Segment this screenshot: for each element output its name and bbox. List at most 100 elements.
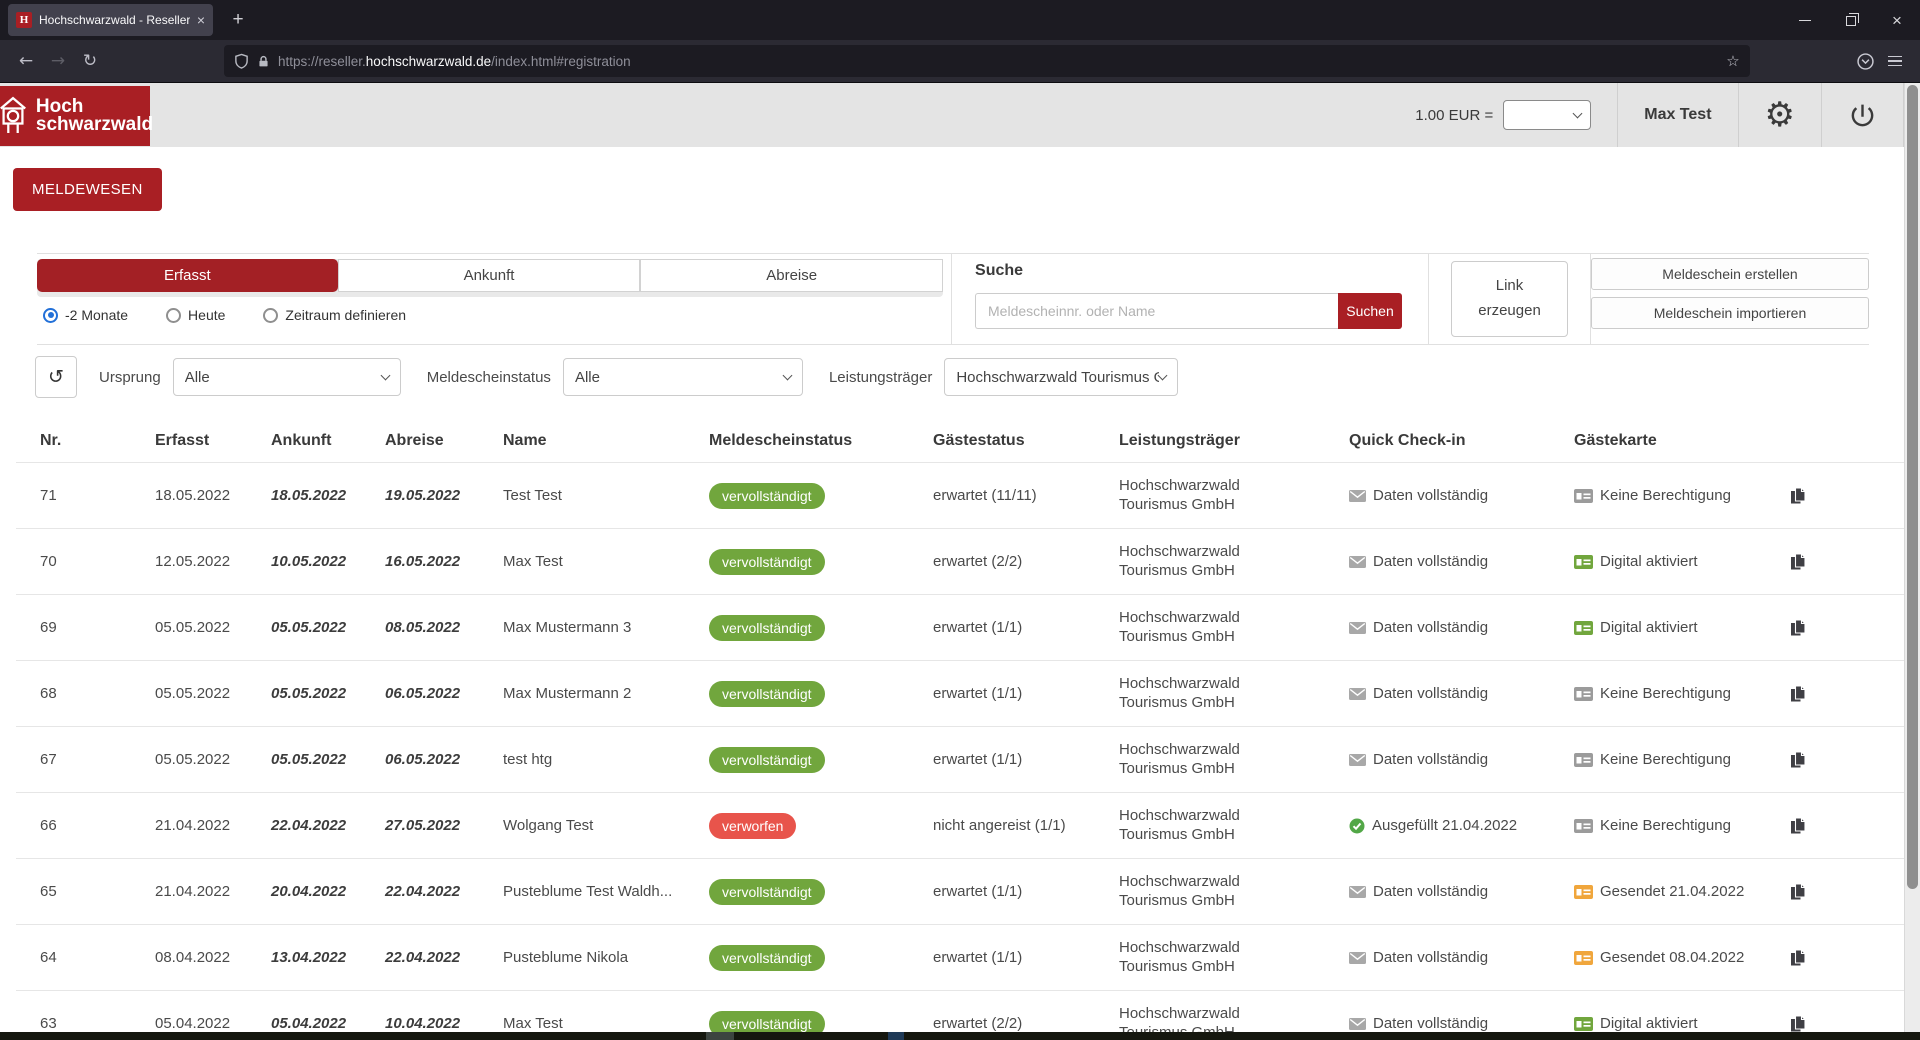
cell-actions — [1790, 750, 1904, 769]
hochschwarzwald-logo[interactable]: Hoch schwarzwald — [0, 86, 153, 146]
cell-nr: 71 — [40, 487, 57, 504]
cell-abreise: 19.05.2022 — [385, 487, 461, 504]
filter-row: ↺ Ursprung Alle Meldescheinstatus Alle L… — [35, 356, 1904, 398]
guest-card-icon — [1574, 686, 1593, 701]
app-header: Hoch schwarzwald 1.00 EUR = Max Test ⚙ — [0, 83, 1904, 147]
scrollbar-thumb[interactable] — [1907, 85, 1918, 889]
cell-gaestestatus: erwartet (1/1) — [933, 751, 1023, 768]
copy-icon[interactable] — [1790, 750, 1806, 769]
cell-quick-checkin: Daten vollständig — [1349, 619, 1574, 636]
bookmark-star-icon[interactable]: ☆ — [1720, 48, 1746, 74]
table-row[interactable]: 70 12.05.2022 10.05.2022 16.05.2022 Max … — [16, 528, 1904, 594]
envelope-icon — [1349, 951, 1366, 964]
table-row[interactable]: 65 21.04.2022 20.04.2022 22.04.2022 Pust… — [16, 858, 1904, 924]
radio-zeitraum[interactable]: Zeitraum definieren — [263, 307, 406, 323]
close-tab-icon[interactable]: × — [197, 12, 205, 28]
status-badge: vervollständigt — [709, 680, 825, 707]
cell-name: Max Mustermann 2 — [503, 685, 632, 702]
col-leistungstraeger: Leistungsträger — [1119, 432, 1240, 449]
tab-ankunft[interactable]: Ankunft — [337, 259, 641, 292]
url-bar[interactable]: https://reseller.hochschwarzwald.de/inde… — [224, 45, 1750, 77]
col-erfasst: Erfasst — [155, 432, 210, 449]
cell-gaestestatus: erwartet (2/2) — [933, 1015, 1023, 1032]
gear-icon[interactable]: ⚙ — [1765, 98, 1795, 132]
table-row[interactable]: 66 21.04.2022 22.04.2022 27.05.2022 Wolg… — [16, 792, 1904, 858]
cell-leistungstraeger: Hochschwarzwald Tourismus GmbH — [1119, 806, 1240, 843]
reload-button[interactable]: ↻ — [74, 45, 106, 77]
restore-button[interactable] — [1828, 0, 1874, 40]
guest-card-icon — [1574, 554, 1593, 569]
tab-erfasst[interactable]: Erfasst — [37, 259, 338, 292]
cell-gaestestatus: erwartet (1/1) — [933, 949, 1023, 966]
copy-icon[interactable] — [1790, 618, 1806, 637]
meldeschein-erstellen-button[interactable]: Meldeschein erstellen — [1591, 258, 1869, 290]
cell-quick-checkin: Daten vollständig — [1349, 487, 1574, 504]
cell-abreise: 06.05.2022 — [385, 685, 461, 702]
table-row[interactable]: 71 18.05.2022 18.05.2022 19.05.2022 Test… — [16, 462, 1904, 528]
copy-icon[interactable] — [1790, 948, 1806, 967]
browser-tab[interactable]: H Hochschwarzwald - Reseller Kas × — [8, 4, 213, 36]
cell-abreise: 27.05.2022 — [385, 817, 461, 834]
ursprung-select[interactable]: Alle — [172, 358, 401, 396]
cell-actions — [1790, 948, 1904, 967]
cell-ankunft: 18.05.2022 — [271, 487, 347, 504]
cell-gaestestatus: erwartet (2/2) — [933, 553, 1023, 570]
search-title: Suche — [975, 262, 1024, 279]
col-abreise: Abreise — [385, 432, 444, 449]
logout-button[interactable] — [1821, 83, 1904, 147]
link-erzeugen-button[interactable]: Link erzeugen — [1451, 261, 1569, 337]
table-row[interactable]: 67 05.05.2022 05.05.2022 06.05.2022 test… — [16, 726, 1904, 792]
cell-ankunft: 20.04.2022 — [271, 883, 347, 900]
cell-abreise: 22.04.2022 — [385, 883, 461, 900]
new-tab-button[interactable]: + — [223, 5, 253, 35]
copy-icon[interactable] — [1790, 552, 1806, 571]
minimize-button[interactable] — [1782, 0, 1828, 40]
minimize-icon — [1799, 19, 1811, 21]
user-name[interactable]: Max Test — [1644, 106, 1711, 124]
table-header: Nr. Erfasst Ankunft Abreise Name Meldesc… — [16, 420, 1904, 462]
cell-ankunft: 22.04.2022 — [271, 817, 347, 834]
meldewesen-nav-button[interactable]: MELDEWESEN — [13, 168, 162, 211]
table-row[interactable]: 68 05.05.2022 05.05.2022 06.05.2022 Max … — [16, 660, 1904, 726]
copy-icon[interactable] — [1790, 882, 1806, 901]
envelope-icon — [1349, 1017, 1366, 1030]
meldescheinstatus-select[interactable]: Alle — [562, 358, 803, 396]
col-name: Name — [503, 432, 547, 449]
browser-navbar: ← → ↻ https://reseller.hochschwarzwald.d… — [0, 40, 1920, 83]
chevron-down-icon — [380, 370, 391, 380]
table-row[interactable]: 64 08.04.2022 13.04.2022 22.04.2022 Pust… — [16, 924, 1904, 990]
radio-heute[interactable]: Heute — [166, 307, 225, 323]
pocket-icon[interactable] — [1850, 46, 1880, 76]
envelope-icon — [1349, 489, 1366, 502]
search-input[interactable] — [975, 293, 1339, 329]
page-scrollbar[interactable] — [1904, 83, 1920, 1040]
leistungstraeger-label: Leistungsträger — [828, 368, 933, 386]
cell-leistungstraeger: Hochschwarzwald Tourismus GmbH — [1119, 542, 1240, 579]
leistungstraeger-select[interactable]: Hochschwarzwald Tourismus G — [944, 358, 1179, 396]
cell-name: Max Test — [503, 1015, 563, 1032]
copy-icon[interactable] — [1790, 816, 1806, 835]
copy-icon[interactable] — [1790, 684, 1806, 703]
currency-select[interactable] — [1503, 100, 1592, 130]
copy-icon[interactable] — [1790, 1014, 1806, 1033]
chevron-down-icon — [1157, 370, 1168, 380]
cell-status: vervollständigt — [709, 944, 933, 971]
search-button[interactable]: Suchen — [1338, 293, 1403, 329]
status-badge: vervollständigt — [709, 482, 825, 509]
meldeschein-importieren-button[interactable]: Meldeschein importieren — [1591, 297, 1869, 329]
tracking-shield-icon[interactable] — [234, 53, 249, 69]
browser-tab-bar: H Hochschwarzwald - Reseller Kas × + × — [0, 0, 1920, 40]
menu-hamburger-icon[interactable] — [1880, 46, 1910, 76]
radio-2-monate[interactable]: -2 Monate — [43, 307, 128, 323]
chevron-down-icon — [1572, 108, 1583, 118]
cell-nr: 68 — [40, 685, 57, 702]
cell-nr: 66 — [40, 817, 57, 834]
lock-icon[interactable] — [257, 54, 270, 69]
close-window-button[interactable]: × — [1874, 0, 1920, 40]
copy-icon[interactable] — [1790, 486, 1806, 505]
reset-filters-button[interactable]: ↺ — [35, 356, 77, 398]
table-row[interactable]: 69 05.05.2022 05.05.2022 08.05.2022 Max … — [16, 594, 1904, 660]
back-button[interactable]: ← — [10, 45, 42, 77]
tab-abreise[interactable]: Abreise — [640, 259, 944, 292]
cell-gaestekarte: Keine Berechtigung — [1574, 751, 1790, 768]
